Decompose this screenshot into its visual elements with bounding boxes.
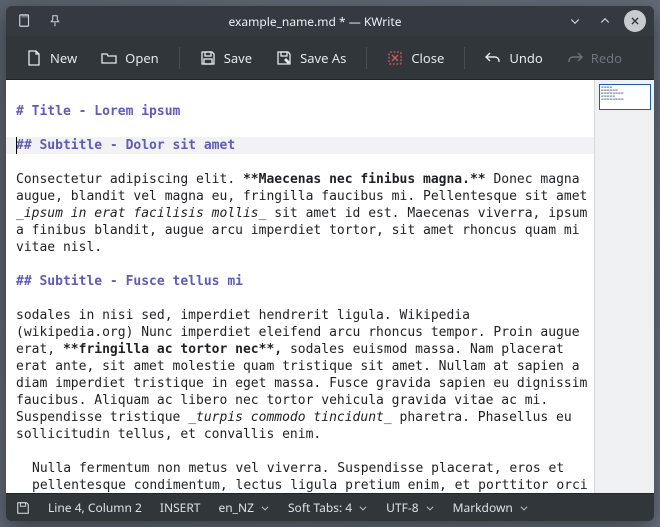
- close-doc-button[interactable]: Close: [377, 43, 454, 73]
- new-label: New: [50, 49, 77, 67]
- open-label: Open: [125, 49, 159, 67]
- redo-icon: [567, 50, 583, 66]
- minimap[interactable]: ▬▬▬▬▬▬▬▬▬▬▬▬▬▬▬▬▬▬▬▬▬▬▬▬▬▬▬▬▬▬▬: [594, 80, 654, 493]
- toolbar-separator: [366, 47, 367, 69]
- pin-icon[interactable]: [44, 10, 66, 32]
- new-file-icon: [26, 50, 42, 66]
- titlebar[interactable]: example_name.md * — KWrite: [6, 6, 654, 36]
- syntax-selector[interactable]: Markdown: [453, 499, 529, 516]
- locale-selector[interactable]: en_NZ: [218, 499, 270, 516]
- close-doc-label: Close: [411, 49, 444, 67]
- window-title: example_name.md * — KWrite: [74, 13, 556, 30]
- client-area: # Title - Lorem ipsum ## Subtitle - Dolo…: [6, 80, 654, 493]
- chevron-down-icon: [519, 503, 529, 513]
- para-1: Consectetur adipiscing elit. **Maecenas …: [16, 172, 594, 255]
- chevron-down-icon: [358, 503, 368, 513]
- minimize-icon[interactable]: [564, 10, 586, 32]
- undo-label: Undo: [509, 49, 542, 67]
- save-as-button[interactable]: Save As: [266, 43, 356, 73]
- open-folder-icon: [101, 50, 117, 66]
- toolbar: New Open Save Save As Close Undo Redo: [6, 36, 654, 80]
- save-as-icon: [276, 50, 292, 66]
- heading-2b: ## Subtitle - Fusce tellus mi: [16, 274, 243, 289]
- save-as-label: Save As: [300, 49, 346, 67]
- toolbar-separator: [464, 47, 465, 69]
- para-2: sodales in nisi sed, imperdiet hendrerit…: [16, 308, 594, 442]
- undo-icon: [485, 50, 501, 66]
- edit-mode[interactable]: INSERT: [160, 499, 201, 516]
- maximize-icon[interactable]: [594, 10, 616, 32]
- cursor-position[interactable]: Line 4, Column 2: [48, 499, 142, 516]
- new-button[interactable]: New: [16, 43, 87, 73]
- undo-button[interactable]: Undo: [475, 43, 552, 73]
- redo-button[interactable]: Redo: [557, 43, 632, 73]
- indent-selector[interactable]: Soft Tabs: 4: [288, 499, 368, 516]
- save-status-icon[interactable]: [16, 501, 30, 515]
- redo-label: Redo: [591, 49, 622, 67]
- save-icon: [200, 50, 216, 66]
- encoding-selector[interactable]: UTF-8: [386, 499, 434, 516]
- text-caret: [16, 137, 17, 154]
- app-menu-icon[interactable]: [14, 10, 36, 32]
- close-icon[interactable]: [624, 10, 646, 32]
- save-label: Save: [224, 49, 252, 67]
- chevron-down-icon: [260, 503, 270, 513]
- chevron-down-icon: [425, 503, 435, 513]
- open-button[interactable]: Open: [91, 43, 169, 73]
- save-button[interactable]: Save: [190, 43, 262, 73]
- statusbar: Line 4, Column 2 INSERT en_NZ Soft Tabs:…: [6, 493, 654, 521]
- heading-2a: ## Subtitle - Dolor sit amet: [16, 138, 235, 153]
- editor[interactable]: # Title - Lorem ipsum ## Subtitle - Dolo…: [6, 80, 594, 493]
- window: example_name.md * — KWrite New Open Save…: [6, 6, 654, 521]
- heading-1: # Title - Lorem ipsum: [16, 104, 180, 119]
- minimap-viewport[interactable]: ▬▬▬▬▬▬▬▬▬▬▬▬▬▬▬▬▬▬▬▬▬▬▬▬▬▬▬▬▬▬▬: [599, 84, 651, 110]
- para-3: Nulla fermentum non metus vel viverra. S…: [16, 460, 594, 493]
- close-doc-icon: [387, 50, 403, 66]
- toolbar-separator: [179, 47, 180, 69]
